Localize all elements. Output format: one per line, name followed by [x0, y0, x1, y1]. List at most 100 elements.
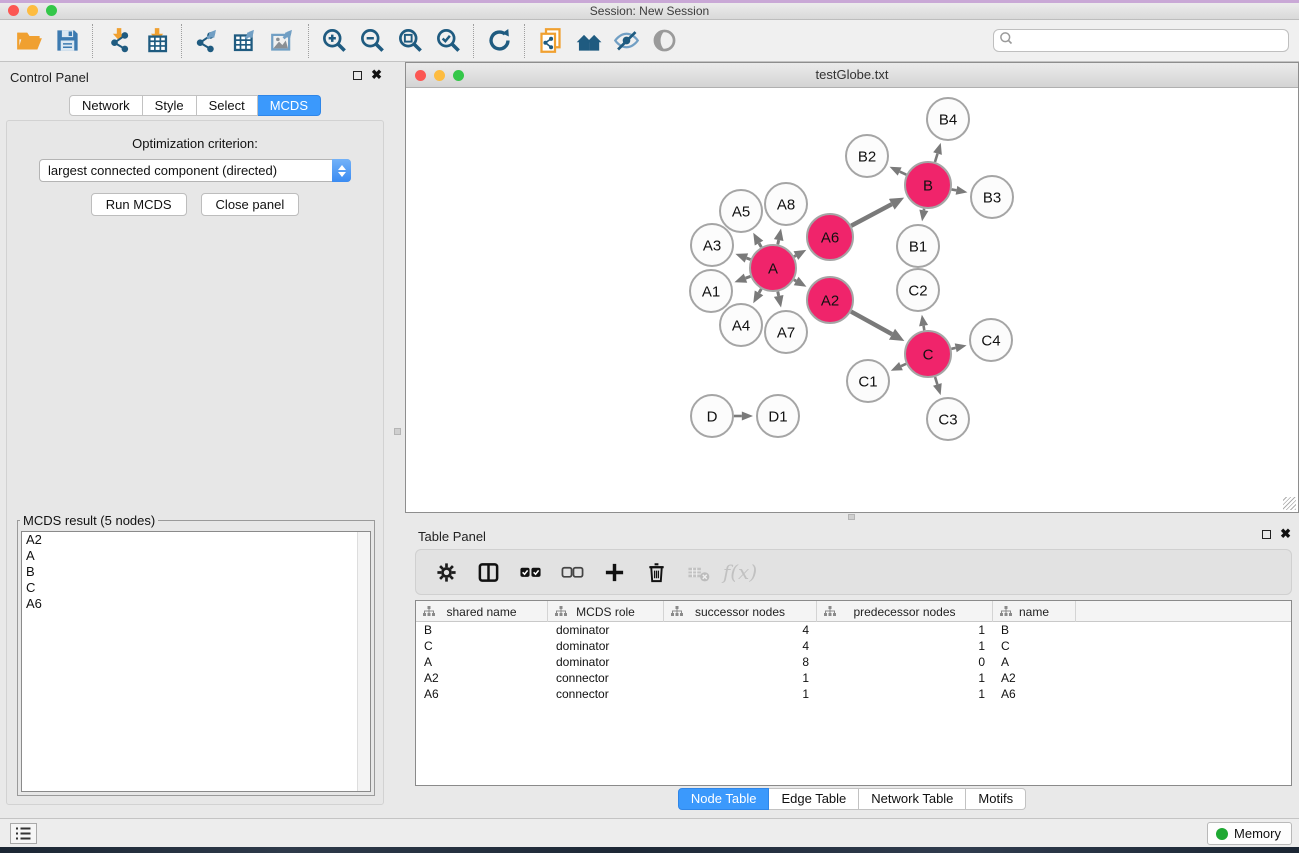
- result-list-item[interactable]: A6: [22, 596, 370, 612]
- import-table-icon[interactable]: [137, 25, 175, 57]
- divider-grip[interactable]: [848, 514, 855, 520]
- graph-edge-A-A1[interactable]: [746, 276, 751, 278]
- graph-edge-A6-B[interactable]: [851, 204, 892, 226]
- graph-edge-A-A8[interactable]: [778, 240, 779, 244]
- table-cell[interactable]: 1: [817, 622, 993, 638]
- close-traffic-light[interactable]: [8, 5, 19, 16]
- memory-button[interactable]: Memory: [1207, 822, 1292, 845]
- graph-node-C2[interactable]: C2: [897, 269, 939, 311]
- graph-edge-C-C1[interactable]: [901, 364, 906, 366]
- graph-edge-B-B3[interactable]: [952, 189, 957, 190]
- table-cell[interactable]: A2: [416, 670, 548, 686]
- network-minimize-traffic-light[interactable]: [434, 70, 445, 81]
- table-cell[interactable]: dominator: [548, 654, 664, 670]
- graph-edge-A-A5[interactable]: [759, 243, 761, 247]
- open-session-icon[interactable]: [10, 25, 48, 57]
- graph-node-A7[interactable]: A7: [765, 311, 807, 353]
- result-list-item[interactable]: A: [22, 548, 370, 564]
- table-cell[interactable]: 1: [664, 686, 817, 702]
- table-cell[interactable]: dominator: [548, 622, 664, 638]
- graph-node-B2[interactable]: B2: [846, 135, 888, 177]
- refresh-icon[interactable]: [480, 25, 518, 57]
- search-input[interactable]: [1014, 34, 1288, 48]
- graph-node-C4[interactable]: C4: [970, 319, 1012, 361]
- graph-node-A3[interactable]: A3: [691, 224, 733, 266]
- deselect-all-icon[interactable]: [554, 555, 590, 589]
- table-cell[interactable]: B: [993, 622, 1076, 638]
- table-cell[interactable]: C: [416, 638, 548, 654]
- criterion-dropdown[interactable]: largest connected component (directed): [39, 159, 351, 182]
- close-panel-icon[interactable]: ✖: [1280, 529, 1291, 539]
- vertical-split-divider[interactable]: [390, 62, 405, 818]
- graph-node-A8[interactable]: A8: [765, 183, 807, 225]
- column-header-successor-nodes[interactable]: successor nodes: [664, 601, 817, 622]
- tab-edge-table[interactable]: Edge Table: [769, 788, 859, 810]
- graph-edge-A-A2[interactable]: [794, 280, 796, 281]
- hide-visibility-icon[interactable]: [607, 25, 645, 57]
- column-header-MCDS-role[interactable]: MCDS role: [548, 601, 664, 622]
- table-cell[interactable]: connector: [548, 670, 664, 686]
- graph-edge-A-A3[interactable]: [746, 258, 750, 260]
- close-panel-button[interactable]: Close panel: [201, 193, 300, 216]
- task-history-button[interactable]: [10, 823, 37, 844]
- tab-select[interactable]: Select: [197, 95, 258, 116]
- graph-node-A5[interactable]: A5: [720, 190, 762, 232]
- result-list-item[interactable]: B: [22, 564, 370, 580]
- graph-node-B[interactable]: B: [905, 162, 951, 208]
- float-panel-icon[interactable]: [353, 71, 362, 80]
- zoom-traffic-light[interactable]: [46, 5, 57, 16]
- table-cell[interactable]: A6: [993, 686, 1076, 702]
- tab-motifs[interactable]: Motifs: [966, 788, 1026, 810]
- result-scrollbar[interactable]: [357, 532, 370, 791]
- graph-node-C3[interactable]: C3: [927, 398, 969, 440]
- graph-node-B4[interactable]: B4: [927, 98, 969, 140]
- table-cell[interactable]: 4: [664, 638, 817, 654]
- graph-node-C[interactable]: C: [905, 331, 951, 377]
- table-cell[interactable]: 0: [817, 654, 993, 670]
- graph-edge-B-B2[interactable]: [900, 172, 907, 175]
- table-cell[interactable]: A2: [993, 670, 1076, 686]
- zoom-out-icon[interactable]: [353, 25, 391, 57]
- table-cell[interactable]: 8: [664, 654, 817, 670]
- horizontal-split-divider[interactable]: [405, 513, 1299, 521]
- network-canvas[interactable]: B4B2BB3A8A5A6A3B1AC2A1A2A4A7C4CC1DD1C3: [406, 88, 1298, 512]
- graph-edge-C-C2[interactable]: [924, 326, 925, 331]
- run-mcds-button[interactable]: Run MCDS: [91, 193, 187, 216]
- column-header-shared-name[interactable]: shared name: [416, 601, 548, 622]
- graph-node-A1[interactable]: A1: [690, 270, 732, 312]
- table-row[interactable]: Adominator80A: [416, 654, 1291, 670]
- zoom-fit-icon[interactable]: [391, 25, 429, 57]
- graph-node-D1[interactable]: D1: [757, 395, 799, 437]
- table-row[interactable]: A2connector11A2: [416, 670, 1291, 686]
- table-cell[interactable]: A: [993, 654, 1076, 670]
- table-cell[interactable]: A6: [416, 686, 548, 702]
- table-cell[interactable]: C: [993, 638, 1076, 654]
- graph-edge-B-B4[interactable]: [935, 154, 938, 162]
- tab-mcds[interactable]: MCDS: [258, 95, 321, 116]
- resize-grip-icon[interactable]: [1283, 497, 1296, 510]
- duplicate-network-icon[interactable]: [531, 25, 569, 57]
- tab-style[interactable]: Style: [143, 95, 197, 116]
- float-panel-icon[interactable]: [1262, 530, 1271, 539]
- network-zoom-traffic-light[interactable]: [453, 70, 464, 81]
- graph-edge-A-A4[interactable]: [759, 289, 761, 293]
- graph-node-A2[interactable]: A2: [807, 277, 853, 323]
- graph-node-A4[interactable]: A4: [720, 304, 762, 346]
- table-row[interactable]: Bdominator41B: [416, 622, 1291, 638]
- import-network-icon[interactable]: [99, 25, 137, 57]
- add-column-icon[interactable]: [596, 555, 632, 589]
- column-header-predecessor-nodes[interactable]: predecessor nodes: [817, 601, 993, 622]
- graph-edge-A-A7[interactable]: [778, 292, 779, 296]
- network-window-titlebar[interactable]: testGlobe.txt: [406, 63, 1298, 88]
- table-row[interactable]: Cdominator41C: [416, 638, 1291, 654]
- tab-node-table[interactable]: Node Table: [678, 788, 770, 810]
- table-cell[interactable]: 1: [664, 670, 817, 686]
- graph-node-D[interactable]: D: [691, 395, 733, 437]
- delete-column-icon[interactable]: [638, 555, 674, 589]
- export-network-icon[interactable]: [188, 25, 226, 57]
- table-row[interactable]: A6connector11A6: [416, 686, 1291, 702]
- zoom-in-icon[interactable]: [315, 25, 353, 57]
- table-cell[interactable]: 1: [817, 670, 993, 686]
- table-cell[interactable]: connector: [548, 686, 664, 702]
- table-cell[interactable]: 1: [817, 686, 993, 702]
